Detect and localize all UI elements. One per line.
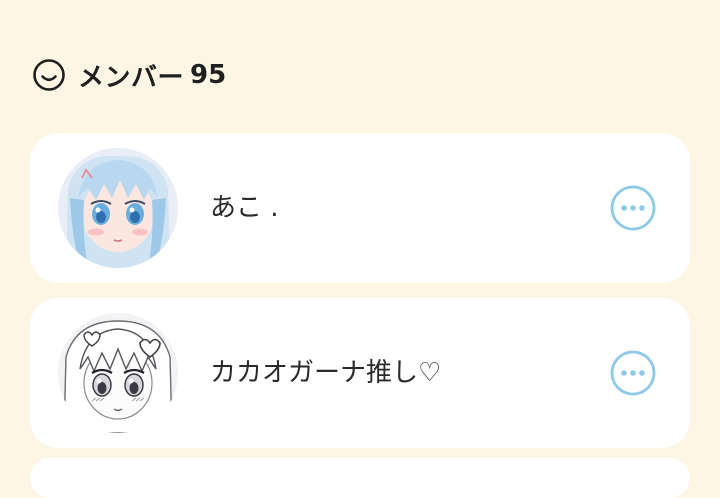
members-title: メンバー <box>78 62 185 93</box>
smiley-icon <box>32 58 66 92</box>
more-options-icon <box>610 350 656 396</box>
member-avatar[interactable] <box>58 313 178 433</box>
more-options-button[interactable] <box>610 350 656 396</box>
member-row[interactable]: カカオガーナ推し♡ <box>30 298 690 448</box>
member-row[interactable] <box>30 458 690 498</box>
anime-girl-blue-hair-avatar <box>58 148 178 268</box>
more-options-button[interactable] <box>610 185 656 231</box>
member-avatar[interactable] <box>58 148 178 268</box>
anime-girl-monochrome-sketch-avatar <box>58 313 178 433</box>
member-name: あこ . <box>210 193 279 223</box>
members-header: メンバー 95 <box>32 56 226 94</box>
member-name: カカオガーナ推し♡ <box>210 358 442 388</box>
members-count: 95 <box>190 60 227 90</box>
member-row[interactable]: あこ . <box>30 133 690 283</box>
more-options-icon <box>610 185 656 231</box>
